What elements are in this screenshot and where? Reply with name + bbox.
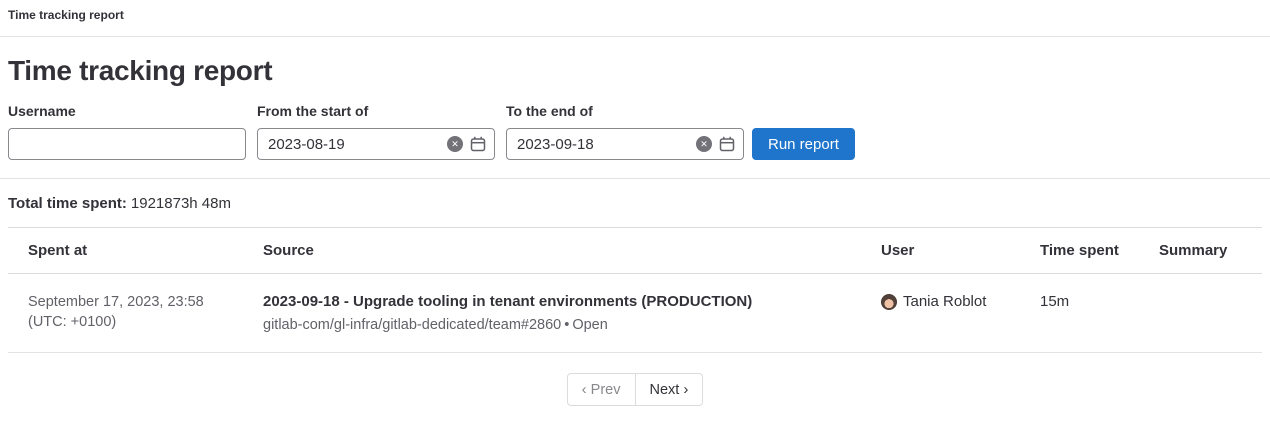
table-row: September 17, 2023, 23:58 (UTC: +0100) 2…	[8, 274, 1262, 353]
breadcrumb: Time tracking report	[0, 0, 1270, 37]
to-date-label: To the end of	[506, 103, 744, 119]
calendar-icon[interactable]	[719, 136, 735, 152]
next-page-label: Next	[650, 382, 680, 398]
breadcrumb-link-time-tracking-report[interactable]: Time tracking report	[8, 8, 124, 22]
clear-icon[interactable]: ✕	[447, 136, 463, 152]
from-date-label: From the start of	[257, 103, 495, 119]
column-header-time-spent: Time spent	[1020, 228, 1139, 274]
calendar-icon[interactable]	[470, 136, 486, 152]
prev-page-label: Prev	[591, 382, 621, 398]
source-cell: 2023-09-18 - Upgrade tooling in tenant e…	[243, 274, 861, 353]
page-title: Time tracking report	[8, 55, 1262, 87]
dot-separator-icon: •	[564, 317, 569, 333]
username-field-group: Username	[8, 103, 246, 160]
summary-cell	[1139, 274, 1262, 353]
user-avatar	[881, 294, 897, 310]
username-label: Username	[8, 103, 246, 119]
issue-status: Open	[572, 317, 607, 333]
report-filter-form: Username From the start of ✕ To the end …	[0, 103, 1270, 160]
pagination: ‹ Prev Next ›	[0, 373, 1270, 406]
column-header-summary: Summary	[1139, 228, 1262, 274]
total-time-label: Total time spent:	[8, 195, 127, 212]
prev-page-button[interactable]: ‹ Prev	[567, 373, 636, 406]
user-link[interactable]: Tania Roblot	[903, 293, 986, 310]
next-page-button[interactable]: Next ›	[635, 373, 704, 406]
username-input[interactable]	[8, 128, 246, 160]
to-date-field-group: To the end of ✕	[506, 103, 744, 160]
run-report-button[interactable]: Run report	[752, 128, 855, 160]
chevron-left-icon: ‹	[582, 381, 587, 398]
issue-reference: gitlab-com/gl-infra/gitlab-dedicated/tea…	[263, 317, 561, 333]
spent-at-date: September 17, 2023, 23:58	[28, 293, 233, 313]
table-header-row: Spent at Source User Time spent Summary	[8, 228, 1262, 274]
clear-icon[interactable]: ✕	[696, 136, 712, 152]
spent-at-utc: (UTC: +0100)	[28, 313, 233, 333]
column-header-user: User	[861, 228, 1020, 274]
time-spent-value: 15m	[1040, 293, 1069, 310]
column-header-spent-at: Spent at	[8, 228, 243, 274]
issue-link[interactable]: 2023-09-18 - Upgrade tooling in tenant e…	[263, 293, 752, 312]
user-cell: Tania Roblot	[861, 274, 1020, 353]
time-tracking-table: Spent at Source User Time spent Summary …	[8, 227, 1262, 353]
chevron-right-icon: ›	[683, 381, 688, 398]
total-time-value: 1921873h 48m	[131, 195, 231, 212]
time-spent-cell: 15m	[1020, 274, 1139, 353]
from-date-field-group: From the start of ✕	[257, 103, 495, 160]
spent-at-cell: September 17, 2023, 23:58 (UTC: +0100)	[8, 274, 243, 353]
total-time-spent: Total time spent:1921873h 48m	[0, 179, 1270, 227]
column-header-source: Source	[243, 228, 861, 274]
